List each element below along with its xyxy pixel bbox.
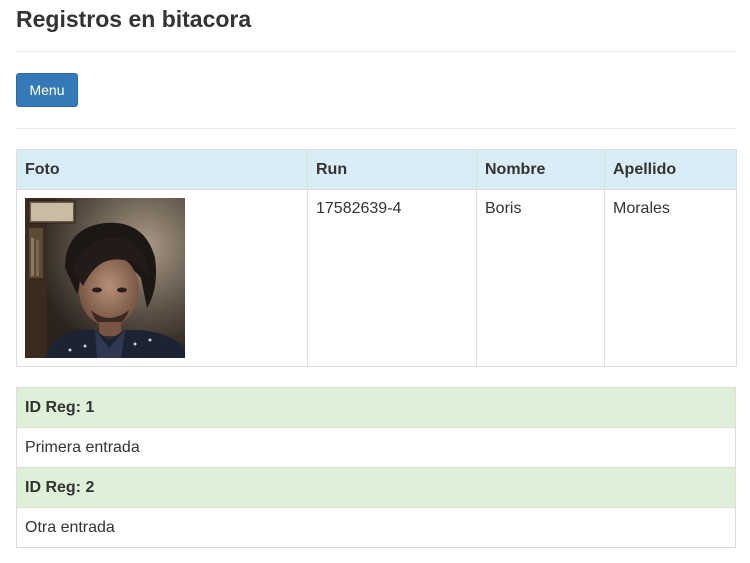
column-header-apellido: Apellido [604,149,737,190]
entry-id-label: ID Reg: [25,399,81,416]
column-header-nombre: Nombre [476,149,605,190]
entry-header: ID Reg: 1 [17,388,735,428]
persona-table: Foto Run Nombre Apellido 17582639-4 Bori… [16,149,737,367]
profile-photo [25,198,185,358]
menu-button[interactable]: Menu [16,73,78,107]
toolbar: Menu [16,52,736,128]
cell-run: 17582639-4 [307,189,477,367]
entry-id-label: ID Reg: [25,479,81,496]
entry-id-value: 1 [85,399,95,416]
cell-foto [16,189,308,367]
column-header-run: Run [307,149,477,190]
cell-apellido: Morales [604,189,737,367]
entry-header: ID Reg: 2 [17,468,735,508]
entry-id-value: 2 [85,479,95,496]
entry-text: Otra entrada [17,508,735,547]
cell-nombre: Boris [476,189,605,367]
table-row: 17582639-4 Boris Morales [16,189,737,367]
table-header-row: Foto Run Nombre Apellido [16,149,737,190]
profile-photo-image [25,198,185,358]
page: Registros en bitacora Menu Foto Run Nomb… [16,0,737,548]
entries-list: ID Reg: 1 Primera entrada ID Reg: 2 Otra… [16,387,736,548]
column-header-foto: Foto [16,149,308,190]
page-title: Registros en bitacora [16,6,252,32]
entry-text: Primera entrada [17,428,735,468]
toolbar-divider [16,128,736,129]
